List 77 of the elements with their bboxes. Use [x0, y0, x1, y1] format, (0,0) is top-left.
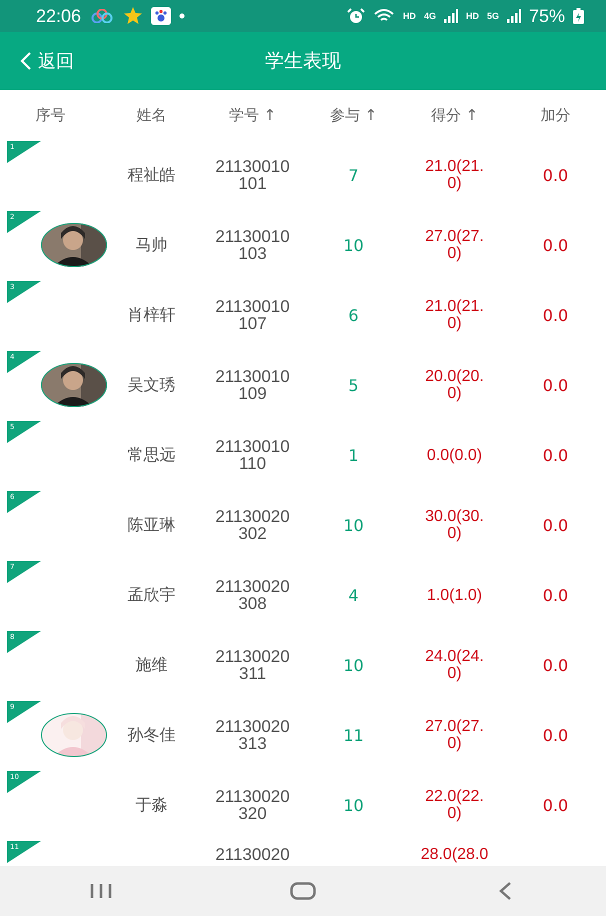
back-nav-icon[interactable] [498, 881, 512, 901]
student-id: 21130020311 [214, 648, 290, 682]
student-id: 21130020 [214, 846, 290, 863]
student-id: 21130010110 [214, 438, 290, 472]
bonus-score: 0.0 [542, 376, 568, 394]
participation-count: 11 [343, 726, 364, 744]
back-button[interactable]: 返回 [16, 45, 78, 77]
column-header[interactable]: 参与 ↑ [328, 104, 380, 126]
student-name: 肖梓轩 [128, 304, 176, 326]
score: 27.0(27.0) [424, 228, 485, 262]
student-id: 21130020313 [214, 718, 290, 752]
score: 28.0(28.0 [420, 846, 490, 863]
bonus-score: 0.0 [542, 586, 568, 604]
student-name: 陈亚琳 [128, 514, 176, 536]
score: 21.0(21.0) [424, 158, 485, 192]
column-header[interactable]: 学号 ↑ [226, 104, 278, 126]
back-icon [20, 51, 32, 71]
bonus-score: 0.0 [542, 516, 568, 534]
participation-count: 10 [343, 796, 364, 814]
student-name: 常思远 [128, 444, 176, 466]
signal-icon [444, 9, 458, 23]
column-header[interactable]: 姓名 [134, 104, 168, 126]
student-id: 21130020302 [214, 508, 290, 542]
score: 22.0(22.0) [424, 788, 485, 822]
participation-count: 1 [348, 446, 359, 464]
participation-count: 4 [348, 586, 359, 604]
dot-icon [179, 13, 186, 19]
page-title: 学生表现 [265, 49, 341, 74]
paw-icon [151, 7, 172, 25]
student-id: 21130010101 [214, 158, 290, 192]
column-header[interactable]: 加分 [538, 104, 572, 126]
network-label: 5G [486, 11, 499, 21]
student-name: 孟欣宇 [128, 584, 176, 606]
participation-count: 5 [348, 376, 359, 394]
bonus-score: 0.0 [542, 796, 568, 814]
bonus-score: 0.0 [542, 306, 568, 324]
student-name: 孙冬佳 [128, 724, 176, 746]
student-id: 21130020308 [214, 578, 290, 612]
battery-percent: 75% [528, 6, 565, 26]
status-time: 22:06 [36, 6, 82, 26]
student-name: 于淼 [136, 794, 168, 816]
score: 24.0(24.0) [424, 648, 485, 682]
score: 27.0(27.0) [424, 718, 485, 752]
score: 0.0(0.0) [426, 446, 484, 464]
student-id: 21130010109 [214, 368, 290, 402]
battery-icon [573, 8, 584, 24]
student-id: 21130020320 [214, 788, 290, 822]
participation-count: 7 [348, 166, 359, 184]
student-name: 马帅 [136, 234, 168, 256]
bonus-score: 0.0 [542, 726, 568, 744]
network-label: HD [402, 11, 416, 21]
student-id: 21130010107 [214, 298, 290, 332]
signal-icon [506, 9, 521, 23]
student-name: 吴文琇 [128, 374, 176, 396]
participation-count: 10 [343, 656, 364, 674]
bonus-score: 0.0 [542, 236, 568, 254]
home-icon[interactable] [290, 882, 316, 900]
network-label: HD [466, 11, 479, 21]
student-name: 程祉皓 [128, 164, 176, 186]
bonus-score: 0.0 [542, 446, 568, 464]
participation-count: 10 [343, 236, 364, 254]
student-name: 施维 [136, 654, 168, 676]
score: 1.0(1.0) [426, 586, 484, 604]
score: 20.0(20.0) [424, 368, 485, 402]
network-label: 4G [424, 11, 436, 21]
column-header[interactable]: 得分 ↑ [428, 104, 480, 126]
bonus-score: 0.0 [542, 656, 568, 674]
star-icon [123, 7, 144, 25]
column-header[interactable]: 序号 [34, 104, 68, 126]
alarm-icon [346, 8, 365, 24]
score: 21.0(21.0) [424, 298, 485, 332]
bonus-score: 0.0 [542, 166, 568, 184]
participation-count: 10 [343, 516, 364, 534]
score: 30.0(30.0) [424, 508, 485, 542]
participation-count: 6 [348, 306, 359, 324]
recent-apps-icon[interactable] [90, 883, 112, 899]
student-id: 21130010103 [214, 228, 290, 262]
